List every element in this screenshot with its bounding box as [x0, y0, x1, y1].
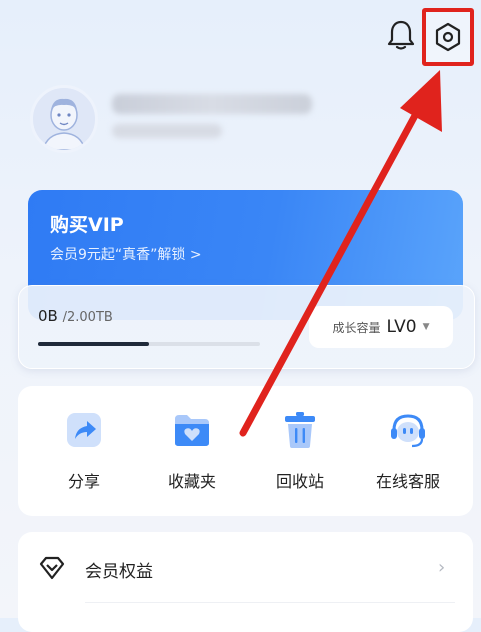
settings-hexagon-icon: [435, 22, 461, 52]
chevron-right-icon[interactable]: ›: [438, 557, 445, 578]
storage-progress-fill: [38, 342, 149, 346]
favorites-label: 收藏夹: [167, 472, 216, 491]
share-label: 分享: [67, 472, 100, 491]
caret-down-icon: ▼: [422, 322, 430, 332]
storage-total: /2.00TB: [62, 310, 113, 325]
vip-subtitle-link[interactable]: 会员9元起“真香”解锁 >: [50, 244, 202, 264]
user-id-blurred: [112, 124, 222, 138]
divider: [85, 602, 455, 603]
recycle-bin-label: 回收站: [275, 472, 324, 491]
share-action[interactable]: 分享: [34, 410, 134, 492]
customer-service-icon: [388, 410, 428, 450]
notification-bell-icon[interactable]: [384, 18, 418, 52]
favorites-action[interactable]: 收藏夹: [142, 410, 242, 492]
customer-service-label: 在线客服: [375, 472, 440, 491]
settings-button[interactable]: [422, 8, 474, 66]
storage-usage: 0B /2.00TB: [38, 307, 113, 325]
member-benefits-card: [18, 532, 473, 632]
storage-used: 0B: [38, 307, 58, 325]
diamond-icon: [38, 554, 66, 582]
share-icon: [64, 410, 104, 450]
avatar[interactable]: [30, 85, 98, 153]
username-blurred: [112, 94, 312, 114]
favorites-folder-icon: [172, 410, 212, 450]
recycle-bin-action[interactable]: 回收站: [250, 410, 350, 492]
member-benefits-item[interactable]: 会员权益: [85, 557, 153, 582]
customer-service-action[interactable]: 在线客服: [358, 410, 458, 492]
growth-level-selector[interactable]: 成长容量 LV0 ▼: [309, 306, 453, 348]
vip-title: 购买VIP: [50, 214, 124, 236]
growth-label: 成长容量: [332, 320, 381, 335]
growth-level-value: LV0: [386, 317, 417, 337]
trash-icon: [280, 410, 320, 450]
